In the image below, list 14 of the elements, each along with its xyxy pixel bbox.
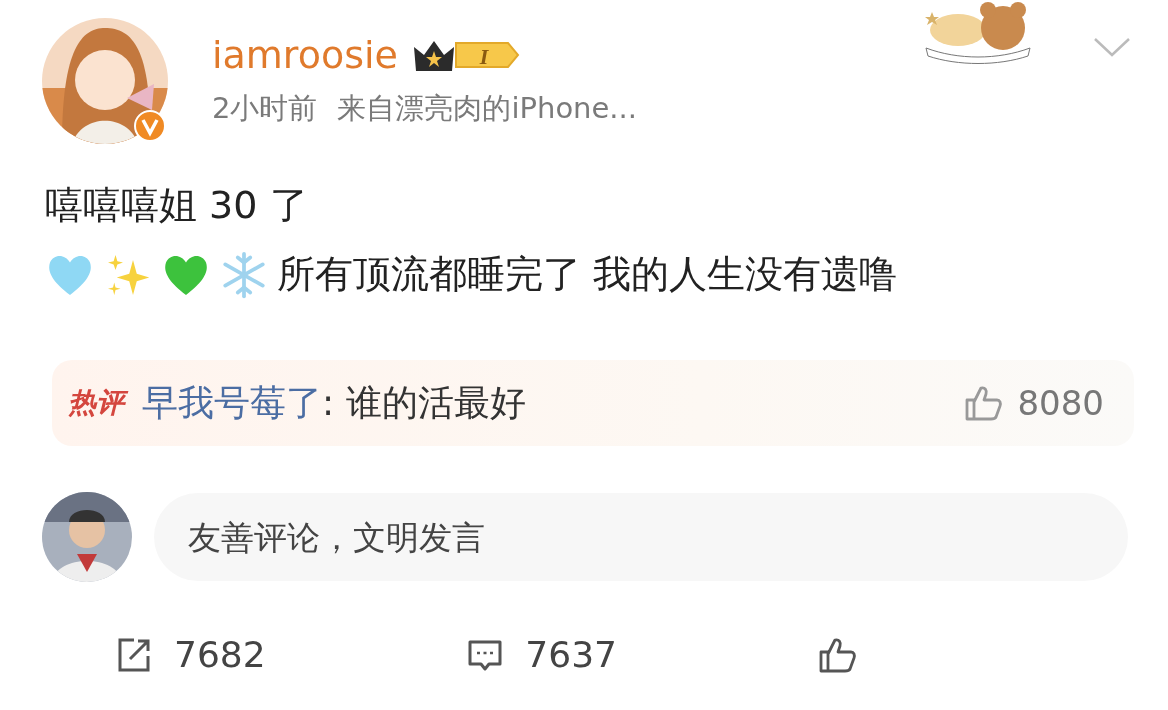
hot-comment-label: 热评: [66, 384, 130, 422]
comment-field[interactable]: 友善评论，文明发言: [154, 493, 1128, 581]
post-text: 嘻嘻嘻姐 30 了: [45, 182, 308, 229]
verified-badge-icon: [134, 110, 166, 142]
comment-count: 7637: [525, 634, 617, 675]
like-count: 8080: [1017, 383, 1104, 423]
hot-comment-card[interactable]: 热评 早我号莓了: 谁的活最好 8080: [52, 360, 1134, 446]
thumbs-up-icon: [963, 383, 1004, 423]
post-time: 2小时前: [212, 90, 318, 127]
chevron-down-icon[interactable]: [1092, 36, 1132, 58]
post-text: 所有顶流都睡完了 我的人生没有遗噜: [277, 251, 898, 298]
comment-text: 早我号莓了: 谁的活最好: [142, 380, 527, 425]
post-source: 来自漂亮肉的iPhone...: [337, 90, 637, 127]
repost-count: 7682: [174, 634, 266, 675]
